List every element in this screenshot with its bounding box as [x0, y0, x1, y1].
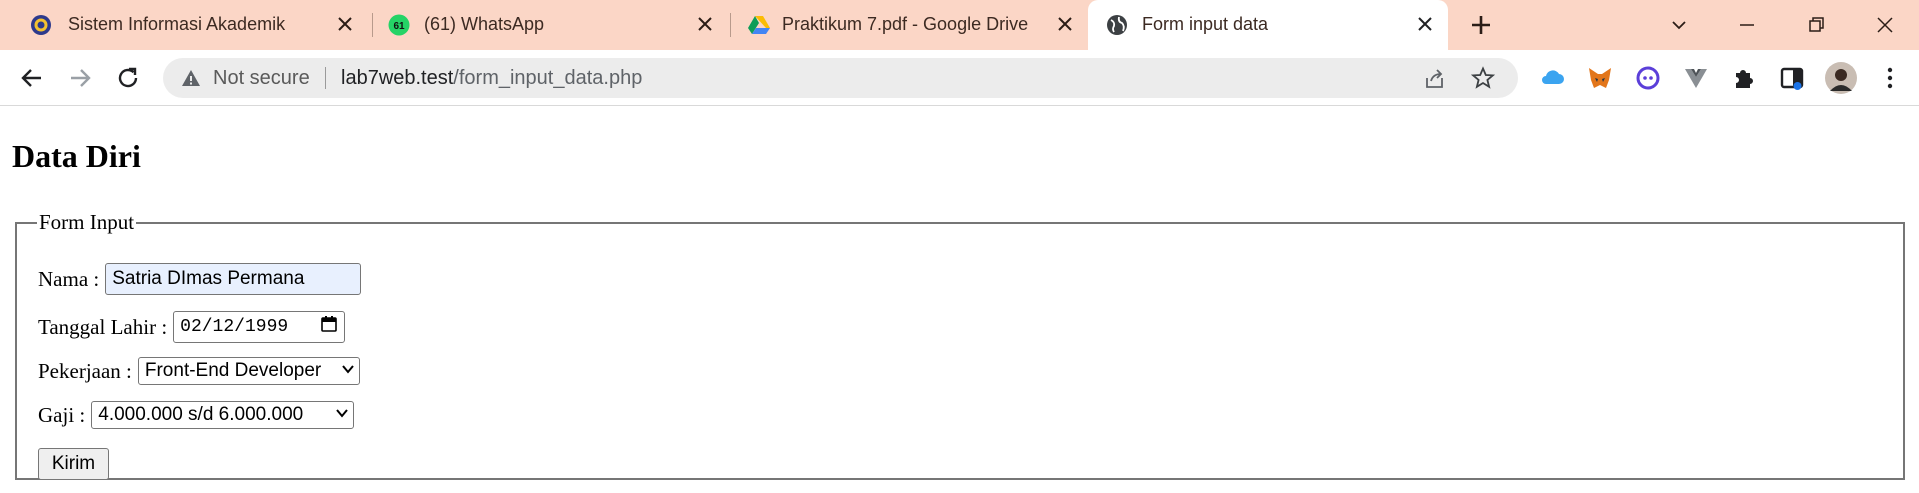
calendar-icon[interactable] — [320, 315, 338, 339]
vue-devtools-icon[interactable] — [1682, 64, 1710, 92]
gaji-select[interactable]: 4.000.000 s/d 6.000.000 — [91, 401, 355, 429]
nama-row: Nama : Satria DImas Permana — [38, 263, 362, 295]
gaji-selected-value: 4.000.000 s/d 6.000.000 — [98, 404, 304, 425]
pekerjaan-row: Pekerjaan : Front-End Developer — [38, 357, 360, 385]
forward-arrow-icon[interactable] — [66, 64, 94, 92]
close-tab-icon[interactable] — [1414, 13, 1436, 35]
side-panel-icon[interactable] — [1778, 64, 1806, 92]
nama-label: Nama : — [38, 266, 100, 291]
gaji-row: Gaji : 4.000.000 s/d 6.000.000 — [38, 401, 355, 429]
nama-value: Satria DImas Permana — [112, 268, 305, 289]
bookmark-star-icon[interactable] — [1470, 66, 1496, 90]
minimize-icon[interactable] — [1732, 10, 1762, 40]
tanggal-lahir-date-input[interactable]: 02/12/1999 — [173, 311, 346, 343]
tab-strip: Sistem Informasi Akademik 61 (61) WhatsA… — [0, 0, 1919, 50]
page-content: Data Diri Form Input Nama : Satria DImas… — [0, 107, 1919, 493]
tab-title: Sistem Informasi Akademik — [68, 14, 286, 34]
tab-title: (61) WhatsApp — [424, 14, 545, 34]
metamask-fox-icon[interactable] — [1586, 64, 1614, 92]
reload-icon[interactable] — [114, 64, 142, 92]
tanggal-lahir-label: Tanggal Lahir : — [38, 314, 168, 339]
menu-kebab-icon[interactable] — [1876, 64, 1904, 92]
pekerjaan-select[interactable]: Front-End Developer — [137, 357, 360, 385]
chevron-down-icon — [341, 360, 355, 382]
tab-sistem-informasi[interactable]: Sistem Informasi Akademik — [12, 0, 362, 50]
tanggal-lahir-value: 02/12/1999 — [180, 317, 289, 337]
url-path: /form_input_data.php — [453, 67, 643, 89]
url-text[interactable]: lab7web.test/form_input_data.php — [341, 67, 642, 90]
new-tab-plus-icon[interactable] — [1468, 12, 1494, 38]
tab-google-drive[interactable]: Praktikum 7.pdf - Google Drive — [730, 0, 1088, 50]
globe-icon — [1106, 14, 1128, 36]
security-status-label[interactable]: Not secure — [213, 67, 310, 90]
pekerjaan-selected-value: Front-End Developer — [144, 360, 322, 381]
omnibox-divider — [325, 67, 326, 89]
nama-input[interactable]: Satria DImas Permana — [105, 263, 362, 295]
page-heading: Data Diri — [12, 138, 141, 174]
purple-ring-extension-icon[interactable] — [1634, 64, 1662, 92]
cloud-extension-icon[interactable] — [1538, 64, 1566, 92]
whatsapp-badge: 61 — [393, 21, 405, 32]
kirim-button-label: Kirim — [51, 453, 96, 474]
whatsapp-icon: 61 — [388, 14, 410, 36]
gaji-label: Gaji : — [38, 402, 86, 427]
extensions-puzzle-icon[interactable] — [1730, 64, 1758, 92]
tanggal-lahir-row: Tanggal Lahir : 02/12/1999 — [38, 311, 346, 343]
close-tab-icon[interactable] — [1054, 13, 1076, 35]
university-logo-icon — [30, 14, 52, 36]
tab-search-chevron-down-icon[interactable] — [1664, 10, 1694, 40]
chevron-down-icon — [335, 404, 349, 426]
url-host: lab7web.test — [341, 67, 454, 89]
google-drive-icon — [748, 14, 770, 36]
tab-title: Praktikum 7.pdf - Google Drive — [782, 14, 1029, 34]
close-tab-icon[interactable] — [694, 13, 716, 35]
close-window-icon[interactable] — [1870, 10, 1900, 40]
back-arrow-icon[interactable] — [18, 64, 46, 92]
share-icon[interactable] — [1423, 67, 1447, 91]
warning-triangle-icon[interactable] — [181, 68, 201, 88]
form-input-fieldset: Form Input Nama : Satria DImas Permana T… — [15, 210, 1905, 480]
tab-title: Form input data — [1142, 14, 1269, 34]
restore-window-icon[interactable] — [1801, 10, 1831, 40]
browser-toolbar: Not secure lab7web.test/form_input_data.… — [0, 50, 1919, 106]
fieldset-legend: Form Input — [39, 210, 135, 234]
tab-form-input-data[interactable]: Form input data — [1088, 0, 1448, 50]
address-bar[interactable]: Not secure lab7web.test/form_input_data.… — [163, 58, 1518, 98]
tab-whatsapp[interactable]: 61 (61) WhatsApp — [372, 0, 730, 50]
kirim-submit-button[interactable]: Kirim — [38, 448, 109, 480]
pekerjaan-label: Pekerjaan : — [38, 358, 132, 383]
profile-avatar[interactable] — [1824, 61, 1858, 95]
close-tab-icon[interactable] — [334, 13, 356, 35]
